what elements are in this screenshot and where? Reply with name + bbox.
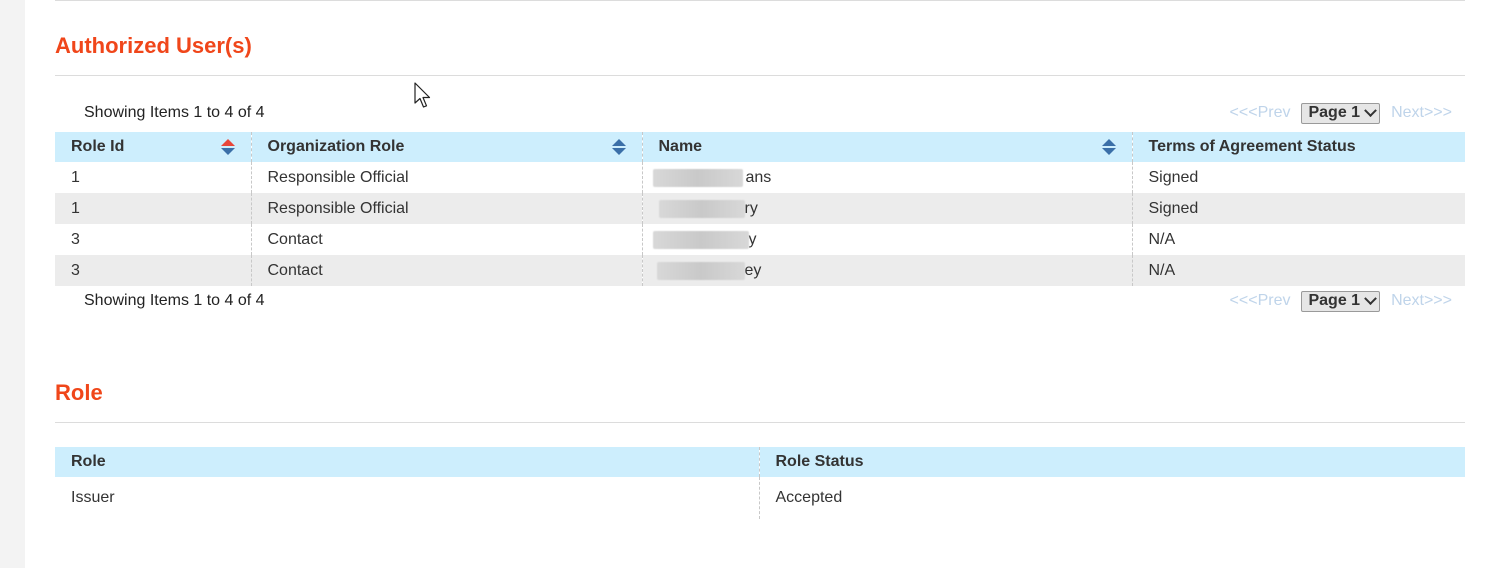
mouse-pointer-icon [414,82,431,108]
cell-role-id: 3 [55,255,251,286]
chevron-down-icon [1364,291,1377,305]
cell-terms-status: N/A [1131,224,1465,255]
page-select-value: Page 1 [1308,292,1361,309]
cell-organization-role: Responsible Official [250,162,642,193]
cell-organization-role: Contact [250,224,642,255]
page-select[interactable]: Page 1 [1301,102,1381,124]
top-divider [55,0,1465,1]
column-header-label: Terms of Agreement Status [1148,138,1356,155]
role-table: Role Role Status Issuer Accepted [55,447,1465,519]
cell-name: y [641,224,1132,255]
sort-arrows-icon[interactable] [1101,139,1116,155]
showing-items-top: Showing Items 1 to 4 of 4 [84,104,265,121]
page-select[interactable]: Page 1 [1301,290,1381,312]
authorized-users-title: Authorized User(s) [55,33,252,58]
cell-terms-status: Signed [1131,193,1465,224]
name-text: ans [745,168,772,186]
prev-link[interactable]: <<<Prev [1230,104,1291,122]
pager-bottom: <<<Prev Page 1 Next>>> [1230,290,1452,312]
column-header-role: Role [55,447,759,477]
role-divider [55,422,1465,423]
table-row: 1 Responsible Official ry Signed [55,193,1465,224]
cell-role-id: 1 [55,193,251,224]
cell-organization-role: Responsible Official [250,193,642,224]
prev-link[interactable]: <<<Prev [1230,292,1291,310]
table-row: 1 Responsible Official ans Signed [55,162,1465,193]
cell-role-id: 1 [71,168,80,186]
table-header-row: Role Id Organization Role Name Terms of … [55,132,1465,162]
cell-role: Issuer [71,489,115,506]
table-row: Issuer Accepted [55,477,1465,519]
column-header-label: Name [658,138,703,155]
chevron-down-icon [1364,103,1377,117]
cell-name: ry [641,193,1132,224]
table-row: 3 Contact y N/A [55,224,1465,255]
name-text: ey [744,261,762,279]
column-header-organization-role[interactable]: Organization Role [250,132,642,162]
page-select-value: Page 1 [1308,104,1361,121]
cell-terms-status: N/A [1131,255,1465,286]
next-link[interactable]: Next>>> [1391,292,1452,310]
sort-arrows-icon[interactable] [220,139,235,155]
cell-name: ey [641,255,1132,286]
redacted-text [658,200,745,218]
redacted-text [652,169,743,187]
sort-arrows-icon[interactable] [611,139,626,155]
role-title: Role [55,380,103,405]
authorized-users-divider [55,75,1465,76]
name-text: y [748,230,757,248]
column-header-role-status: Role Status [758,447,1465,477]
column-header-terms-status: Terms of Agreement Status [1131,132,1465,162]
cell-organization-role: Contact [250,255,642,286]
column-header-label: Role Id [71,138,125,155]
pager-top: <<<Prev Page 1 Next>>> [1230,102,1452,124]
column-header-label: Organization Role [267,138,405,155]
column-header-name[interactable]: Name [641,132,1132,162]
showing-items-bottom: Showing Items 1 to 4 of 4 [84,292,265,309]
cell-name: ans [641,162,1132,193]
table-row: 3 Contact ey N/A [55,255,1465,286]
cell-terms-status: Signed [1131,162,1465,193]
cell-role-status: Accepted [758,477,1465,519]
redacted-text [652,231,749,249]
cell-role-id: 3 [71,230,80,248]
redacted-text [656,262,745,280]
table-header-row: Role Role Status [55,447,1465,477]
name-text: ry [744,199,758,217]
left-gutter [0,0,25,568]
authorized-users-table: Role Id Organization Role Name Terms of … [55,132,1465,286]
next-link[interactable]: Next>>> [1391,104,1452,122]
column-header-role-id[interactable]: Role Id [55,132,251,162]
